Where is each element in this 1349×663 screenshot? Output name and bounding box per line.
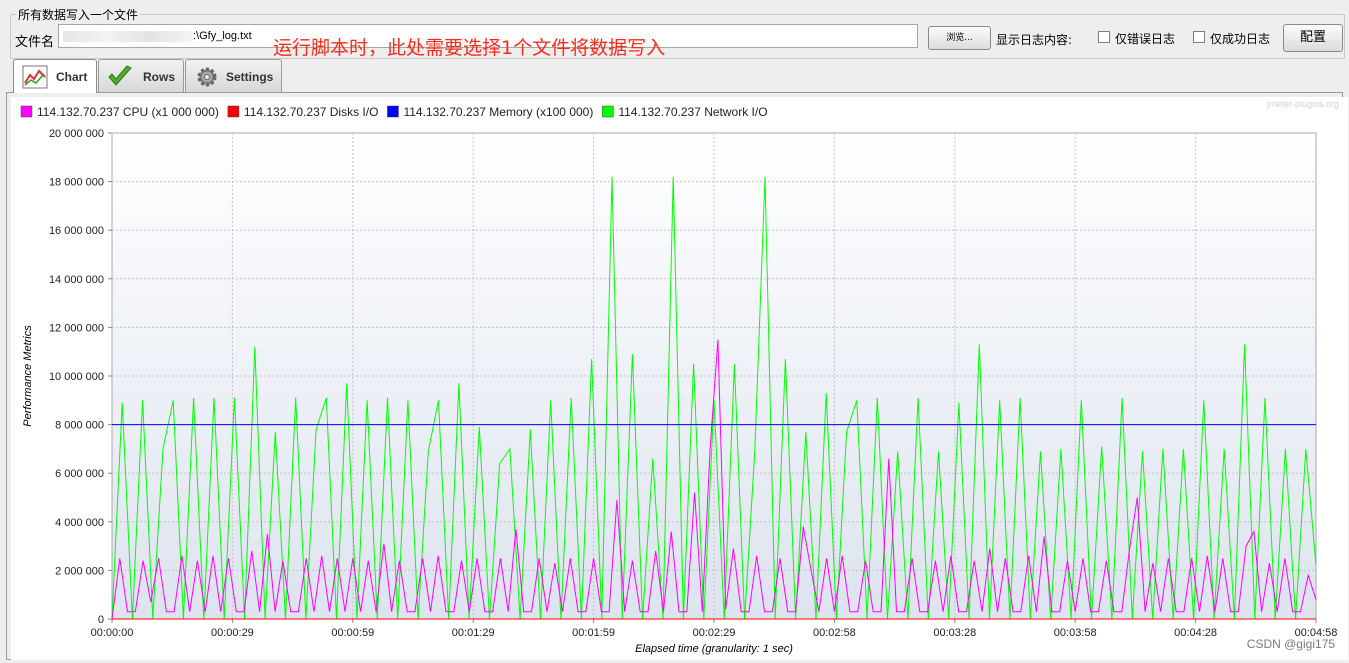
y-tick-label: 4 000 000 <box>55 517 104 529</box>
csdn-watermark: CSDN @gigi175 <box>1246 637 1335 651</box>
y-tick-label: 8 000 000 <box>55 420 104 432</box>
x-tick-label: 00:03:58 <box>1054 627 1097 639</box>
x-tick-label: 00:01:59 <box>572 627 615 639</box>
x-tick-label: 00:01:29 <box>452 627 495 639</box>
x-tick-label: 00:02:29 <box>693 627 736 639</box>
configure-button[interactable]: 配置 <box>1283 24 1343 52</box>
performance-chart[interactable]: 114.132.70.237 CPU (x1 000 000) 114.132.7… <box>11 97 1348 660</box>
redacted-path <box>63 31 193 42</box>
legend-label: 114.132.70.237 Memory (x100 000) <box>403 105 593 119</box>
tab-chart[interactable]: Chart <box>13 59 97 93</box>
legend-swatch <box>602 105 614 118</box>
legend-label: 114.132.70.237 Disks I/O <box>244 105 379 119</box>
legend-swatch <box>387 105 399 118</box>
tab-rows-label: Rows <box>143 70 176 84</box>
y-tick-label: 6 000 000 <box>55 468 104 480</box>
legend-swatch <box>227 105 240 118</box>
y-tick-label: 18 000 000 <box>49 177 104 189</box>
chart-svg: 114.132.70.237 CPU (x1 000 000) 114.132.7… <box>11 97 1348 660</box>
x-tick-label: 00:04:28 <box>1174 627 1217 639</box>
legend-label: 114.132.70.237 CPU (x1 000 000) <box>37 105 219 119</box>
y-tick-label: 2 000 000 <box>55 565 104 577</box>
x-tick-label: 00:00:29 <box>211 627 254 639</box>
watermark: jmeter-plugins.org <box>1266 99 1339 109</box>
gear-icon <box>197 67 217 87</box>
tab-rows[interactable]: Rows <box>98 59 184 92</box>
success-only-label: 仅成功日志 <box>1210 32 1271 46</box>
tab-settings[interactable]: Settings <box>185 59 282 92</box>
tab-settings-label: Settings <box>226 70 274 84</box>
browse-button[interactable]: 浏览... <box>928 26 991 50</box>
y-tick-label: 16 000 000 <box>49 225 104 237</box>
errors-only-label: 仅错误日志 <box>1115 32 1176 46</box>
y-tick-label: 10 000 000 <box>49 371 104 383</box>
x-tick-label: 00:00:59 <box>331 627 374 639</box>
filename-label: 文件名 <box>15 35 55 50</box>
y-tick-label: 0 <box>98 614 104 626</box>
y-axis-label: Performance Metrics <box>22 325 34 427</box>
success-only-checkbox[interactable] <box>1193 31 1205 43</box>
chart-icon <box>22 65 48 89</box>
x-tick-label: 00:03:28 <box>933 627 976 639</box>
y-tick-label: 20 000 000 <box>49 128 104 140</box>
legend-label: 114.132.70.237 Network I/O <box>618 105 767 119</box>
panel-title: 所有数据写入一个文件 <box>16 6 141 23</box>
red-annotation: 运行脚本时，此处需要选择1个文件将数据写入 <box>273 37 666 59</box>
x-axis-label: Elapsed time (granularity: 1 sec) <box>635 643 793 655</box>
y-tick-label: 12 000 000 <box>49 322 104 334</box>
y-tick-label: 14 000 000 <box>49 274 104 286</box>
x-tick-label: 00:00:00 <box>91 627 134 639</box>
tab-chart-label: Chart <box>56 70 88 84</box>
errors-only-checkbox[interactable] <box>1098 31 1110 43</box>
checkmark-icon <box>108 65 132 86</box>
legend-swatch <box>20 105 33 118</box>
log-display-label: 显示日志内容: <box>996 33 1073 47</box>
filename-value: :\Gfy_log.txt <box>193 30 252 42</box>
x-tick-label: 00:02:58 <box>813 627 856 639</box>
chart-legend: 114.132.70.237 CPU (x1 000 000) 114.132.7… <box>20 105 768 119</box>
